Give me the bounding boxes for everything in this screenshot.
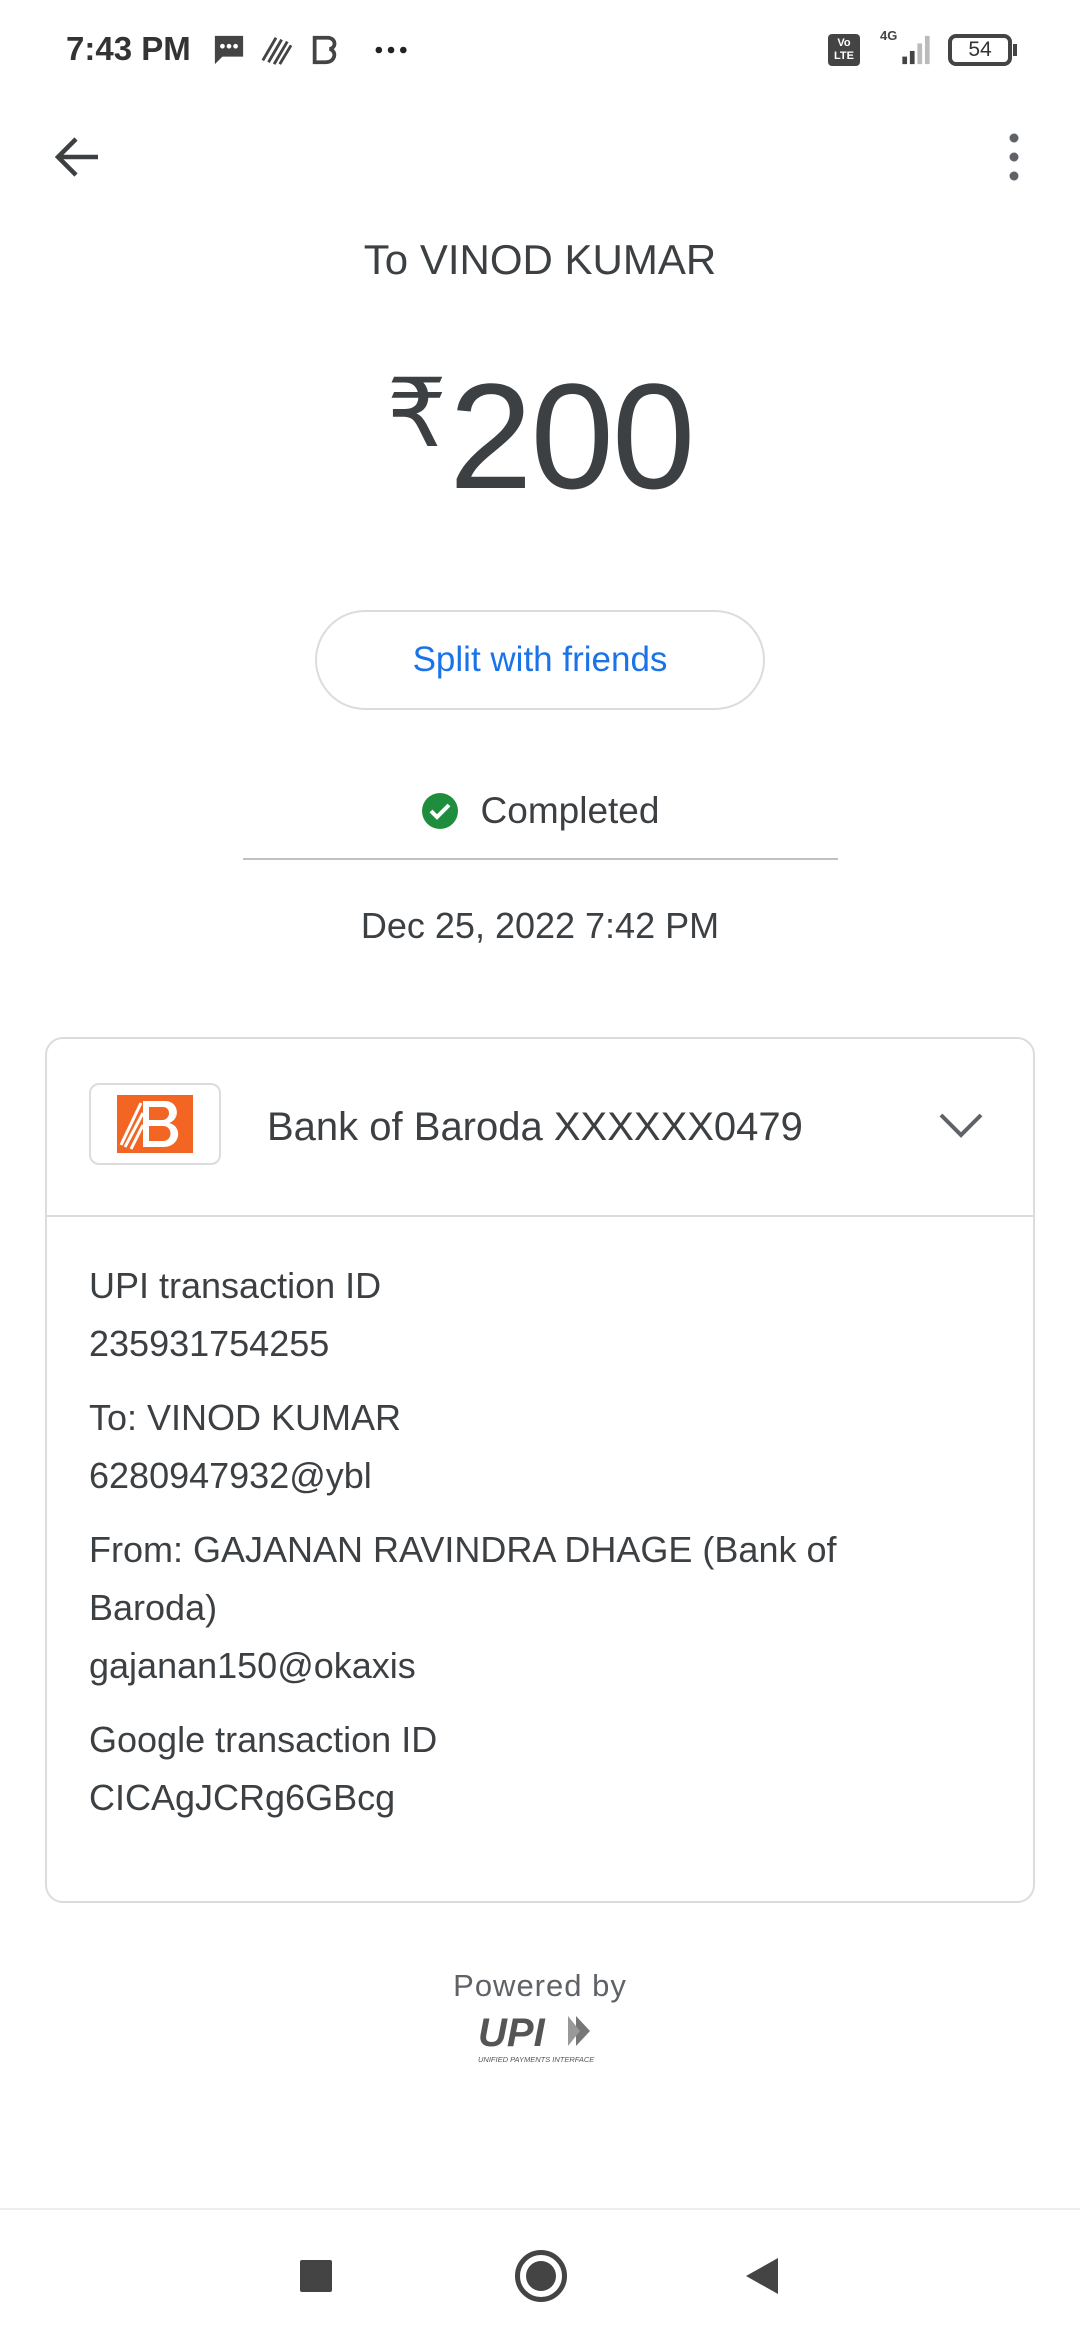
message-icon [214, 35, 244, 65]
signal-icon [902, 35, 930, 65]
sender-details: From: GAJANAN RAVINDRA DHAGE (Bank of Ba… [89, 1521, 991, 1695]
powered-by-label: Powered by [453, 1968, 627, 2003]
divider [243, 858, 838, 860]
detail-label: To: VINOD KUMAR [89, 1397, 402, 1438]
recipient-title: To VINOD KUMAR [363, 236, 717, 283]
app-notification-icon [261, 37, 293, 65]
status-time: 7:43 PM [66, 30, 191, 67]
home-button[interactable] [515, 2250, 567, 2302]
back-button[interactable] [744, 2256, 780, 2296]
transaction-details-card: Bank of Baroda XXXXXX0479 UPI transactio… [45, 1037, 1035, 1903]
detail-label: Google transaction ID [89, 1719, 438, 1760]
google-transaction-id: Google transaction ID CICAgJCRg6GBcg [89, 1711, 991, 1827]
bank-account-row[interactable]: Bank of Baroda XXXXXX0479 [47, 1039, 1033, 1217]
upi-logo-text: UPI [478, 2011, 546, 2055]
transaction-date: Dec 25, 2022 7:42 PM [360, 905, 720, 946]
details-list: UPI transaction ID 235931754255 To: VINOD… [47, 1217, 1033, 1827]
detail-label: From: GAJANAN RAVINDRA DHAGE (Bank of Ba… [89, 1529, 837, 1628]
battery-tip [1013, 44, 1017, 56]
home-icon [526, 2261, 556, 2291]
detail-value: 235931754255 [89, 1323, 330, 1364]
status-label: Completed [480, 790, 660, 831]
detail-value: 6280947932@ybl [89, 1455, 372, 1496]
volte-icon: Vo LTE [828, 34, 860, 66]
detail-label: UPI transaction ID [89, 1265, 382, 1306]
more-options-icon[interactable] [1000, 130, 1028, 184]
chevron-down-icon[interactable] [937, 1101, 985, 1149]
detail-value: gajanan150@okaxis [89, 1645, 416, 1686]
check-circle-icon [421, 793, 458, 829]
recipient-details: To: VINOD KUMAR 6280947932@ybl [89, 1389, 991, 1505]
amount-value: 200 [449, 352, 695, 520]
currency-symbol: ₹ [386, 361, 447, 467]
upi-tagline: UNIFIED PAYMENTS INTERFACE [478, 2055, 595, 2064]
battery-level: 54 [968, 38, 992, 61]
upi-logo: UPI UNIFIED PAYMENTS INTERFACE [478, 2011, 595, 2064]
upi-transaction-id: UPI transaction ID 235931754255 [89, 1257, 991, 1373]
split-button-label: Split with friends [412, 640, 668, 679]
status-row: Completed [0, 790, 1080, 832]
recents-button[interactable] [300, 2260, 332, 2292]
split-with-friends-button[interactable]: Split with friends [315, 610, 765, 710]
amount: ₹200 [0, 350, 1080, 523]
battery-icon: 54 [948, 34, 1012, 66]
bank-of-baroda-notification-icon [312, 35, 337, 65]
back-arrow-icon[interactable] [52, 134, 102, 180]
navigation-bar [0, 2208, 1080, 2340]
more-notifications-icon [375, 46, 407, 54]
bank-of-baroda-logo [89, 1083, 221, 1165]
status-bar: 7:43 PM Vo LTE 4G 54 [0, 0, 1080, 100]
bank-account-name: Bank of Baroda XXXXXX0479 [267, 1105, 803, 1149]
detail-value: CICAgJCRg6GBcg [89, 1777, 396, 1818]
